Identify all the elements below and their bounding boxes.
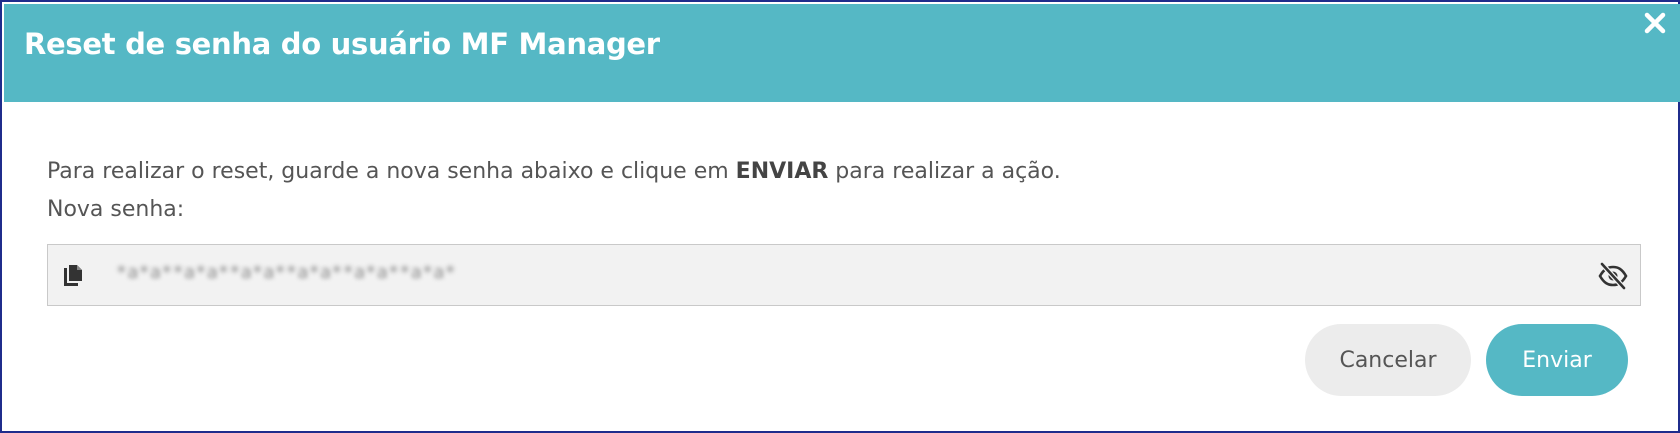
instruction-prefix: Para realizar o reset, guarde a nova sen… — [47, 159, 736, 184]
new-password-label: Nova senha: — [47, 197, 185, 222]
instruction-emphasis: ENVIAR — [735, 159, 829, 184]
instruction-suffix: para realizar a ação. — [828, 159, 1061, 184]
dialog-header: Reset de senha do usuário MF Manager — [4, 4, 1680, 102]
password-value: *a*a**a*a**a*a**a*a**a*a**a*a* — [116, 262, 457, 283]
instruction-text: Para realizar o reset, guarde a nova sen… — [47, 159, 1061, 184]
new-password-field[interactable]: *a*a**a*a**a*a**a*a**a*a**a*a* — [47, 244, 1641, 306]
cancel-button[interactable]: Cancelar — [1305, 324, 1471, 396]
send-button[interactable]: Enviar — [1486, 324, 1628, 396]
reset-password-dialog: Reset de senha do usuário MF Manager Par… — [0, 0, 1680, 433]
eye-off-icon[interactable] — [1598, 262, 1628, 290]
dialog-title: Reset de senha do usuário MF Manager — [24, 27, 660, 61]
close-icon[interactable] — [1642, 10, 1668, 36]
copy-icon[interactable] — [61, 263, 85, 289]
